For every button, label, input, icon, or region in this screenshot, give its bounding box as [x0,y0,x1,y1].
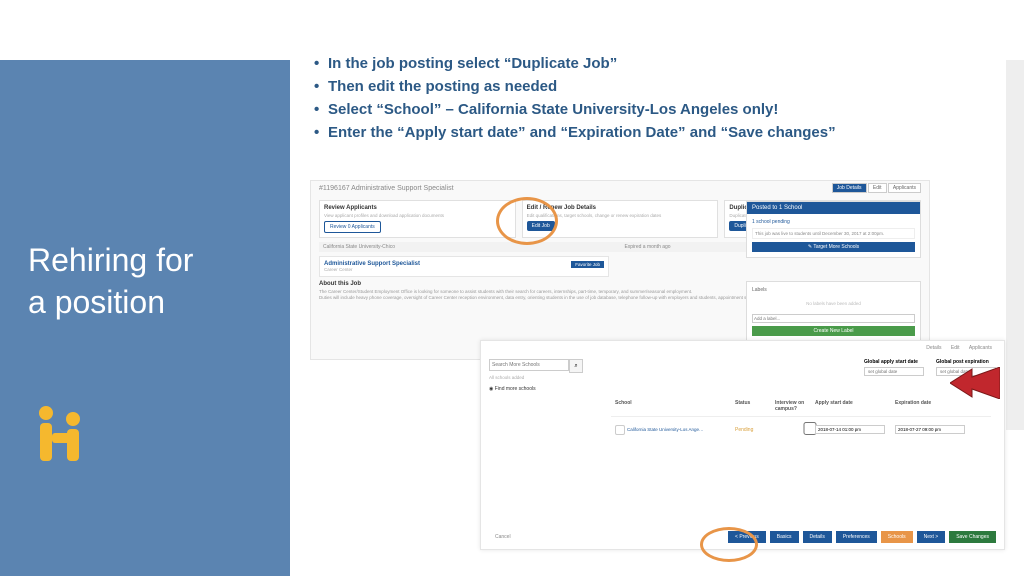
tab-details-2[interactable]: Details [922,344,945,352]
col-apply-start: Apply start date [811,398,891,414]
school-search: ⌕ All schools added ◉ Find more schools [489,359,599,392]
school-search-input[interactable] [489,359,569,371]
title-line-1: Rehiring for [28,240,262,282]
bullet-1: In the job posting select “Duplicate Job… [310,55,1010,72]
table-row: California State University-Los Ange… Pe… [611,417,991,442]
tab-job-details[interactable]: Job Details [832,183,867,193]
instruction-bullets: In the job posting select “Duplicate Job… [310,55,1010,141]
step-schools[interactable]: Schools [881,531,913,543]
bullet-2: Then edit the posting as needed [310,78,1010,95]
target-more-schools-button[interactable]: ✎ Target More Schools [752,242,915,252]
card-desc: View applicant profiles and download app… [324,213,511,218]
tab-applicants[interactable]: Applicants [888,183,921,193]
expiration-input[interactable] [895,425,965,434]
title-sidebar: Rehiring for a position [0,60,290,576]
highlight-circle-duplicate [496,197,558,245]
highlight-circle-schools [700,527,758,562]
detail-tabs: Details Edit Applicants [922,345,996,351]
card-review-applicants: Review Applicants View applicant profile… [319,200,516,238]
instruction-content: In the job posting select “Duplicate Job… [310,55,1010,147]
school-badge-icon [615,425,625,435]
strip-school-val: California State University-Chico [323,244,395,250]
review-applicants-button[interactable]: Review 0 Applicants [324,221,381,233]
bullet-3: Select “School” – California State Unive… [310,101,1010,118]
row-interview [771,420,811,439]
row-expiration [891,423,971,436]
all-schools-text: All schools added [489,375,599,380]
add-label-input[interactable] [752,314,915,323]
global-start-input[interactable] [864,367,924,376]
create-label-button[interactable]: Create New Label [752,326,915,336]
handshake-logo [28,403,262,468]
cancel-button[interactable]: Cancel [489,532,517,542]
posted-header: Posted to 1 School [747,202,920,214]
screenshot-schools-tab: Details Edit Applicants ⌕ All schools ad… [480,340,1005,550]
strip-exp-val: Expired a month ago [624,244,670,250]
card-title: Review Applicants [324,205,511,211]
col-interview: Interview on campus? [771,398,811,414]
search-icon[interactable]: ⌕ [569,359,583,373]
labels-panel: Labels No labels have been added Create … [746,281,921,342]
save-changes-button[interactable]: Save Changes [949,531,996,543]
screenshot-job-posting: #1196167 Administrative Support Speciali… [310,180,930,360]
row-status: Pending [731,425,771,435]
favorite-job-button[interactable]: Favorite Job [571,261,604,268]
find-more-schools[interactable]: ◉ Find more schools [489,386,599,392]
live-note: This job was live to students until Dece… [752,228,915,239]
listing-sub: Career Center [324,267,604,272]
job-listing: Favorite Job Administrative Support Spec… [319,256,609,277]
global-start-label: Global apply start date [864,359,924,365]
step-details[interactable]: Details [803,531,832,543]
step-basics[interactable]: Basics [770,531,799,543]
step-preferences[interactable]: Preferences [836,531,877,543]
no-labels-text: No labels have been added [752,293,915,314]
tab-edit[interactable]: Edit [868,183,887,193]
title-line-2: a position [28,282,262,324]
job-tabs: Job Details Edit Applicants [832,185,921,191]
red-arrow-icon [950,367,1000,404]
col-status: Status [731,398,771,414]
col-school: School [611,398,731,414]
row-school: California State University-Los Ange… [611,423,731,437]
next-button[interactable]: Next > [917,531,946,543]
row-apply-start [811,423,891,436]
tab-edit-2[interactable]: Edit [947,344,964,352]
table-header: School Status Interview on campus? Apply… [611,396,991,417]
pending-school-link[interactable]: 1 school pending [752,219,915,225]
bullet-4: Enter the “Apply start date” and “Expira… [310,124,1010,141]
schools-table: School Status Interview on campus? Apply… [611,396,991,442]
slide-title: Rehiring for a position [28,240,262,323]
tab-applicants-2[interactable]: Applicants [965,344,996,352]
global-exp-label: Global post expiration [936,359,996,365]
posted-to-panel: Posted to 1 School 1 school pending This… [746,201,921,258]
apply-start-input[interactable] [815,425,885,434]
